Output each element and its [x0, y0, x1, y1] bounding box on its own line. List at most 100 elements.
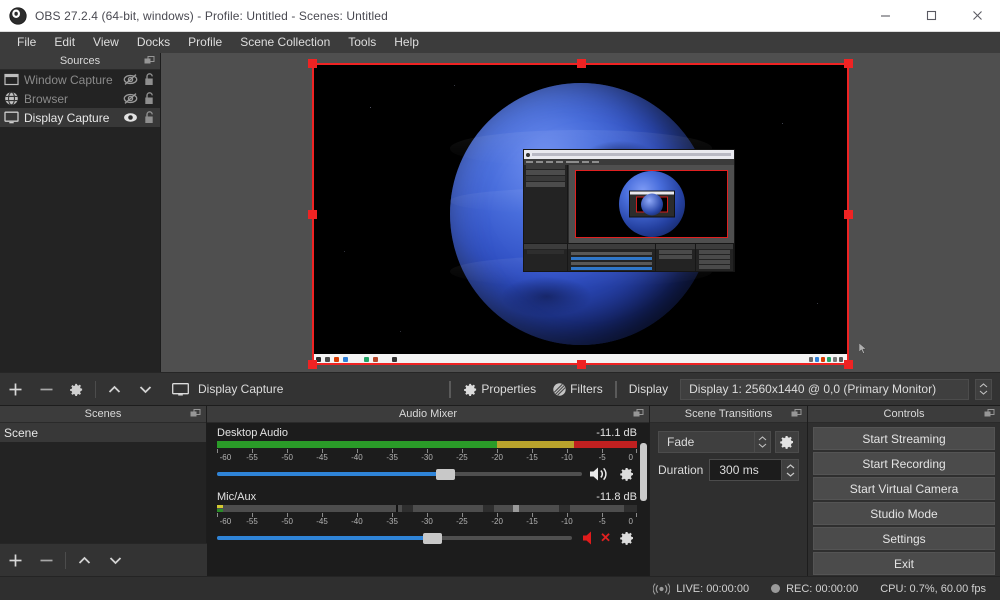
controls-header: Controls	[808, 406, 1000, 423]
gear-icon	[779, 434, 795, 450]
undock-icon[interactable]	[633, 409, 644, 420]
transition-properties-button[interactable]	[775, 431, 799, 453]
volume-slider-desktop-audio[interactable]	[217, 466, 582, 482]
close-button[interactable]	[954, 0, 1000, 32]
undock-icon[interactable]	[791, 409, 802, 420]
window-title: OBS 27.2.4 (64-bit, windows) - Profile: …	[35, 9, 388, 23]
chevron-down-icon	[108, 553, 123, 568]
channel-name: Mic/Aux	[217, 491, 256, 503]
channel-db: -11.8 dB	[596, 491, 637, 503]
toolbar-divider	[65, 552, 66, 569]
undock-icon[interactable]	[984, 409, 995, 420]
source-row-display-capture[interactable]: Display Capture	[0, 108, 160, 127]
source-row-window-capture[interactable]: Window Capture	[0, 70, 160, 89]
properties-button[interactable]: Properties	[459, 378, 540, 400]
remove-source-button[interactable]	[31, 373, 62, 405]
preview-canvas[interactable]	[312, 63, 849, 365]
undock-icon[interactable]	[190, 409, 201, 420]
menu-help[interactable]: Help	[385, 32, 428, 53]
source-name: Window Capture	[24, 73, 122, 87]
transition-select-spinner[interactable]	[755, 431, 771, 453]
title-bar: OBS 27.2.4 (64-bit, windows) - Profile: …	[0, 0, 1000, 32]
mute-toggle-desktop-audio[interactable]	[588, 465, 611, 483]
live-text: LIVE: 00:00:00	[676, 583, 749, 595]
audio-channel-mic-aux: Mic/Aux -11.8 dB -60 -55	[207, 485, 649, 549]
exit-button[interactable]: Exit	[813, 552, 995, 575]
display-select-spinner[interactable]	[975, 379, 992, 400]
duration-spinner[interactable]	[782, 459, 799, 481]
duration-input[interactable]: 300 ms	[709, 459, 782, 481]
broadcast-glyph	[653, 583, 670, 595]
transition-select[interactable]: Fade	[658, 431, 755, 453]
eye-visible-icon[interactable]	[122, 110, 139, 125]
lock-open-icon[interactable]	[142, 91, 156, 106]
menu-view[interactable]: View	[84, 32, 128, 53]
move-scene-down-button[interactable]	[100, 544, 131, 576]
studio-mode-button[interactable]: Studio Mode	[813, 502, 995, 525]
menu-edit[interactable]: Edit	[45, 32, 84, 53]
inner-body	[524, 165, 734, 243]
move-source-down-button[interactable]	[130, 373, 161, 405]
minimize-button[interactable]	[862, 0, 908, 32]
inner-preview	[569, 165, 734, 243]
start-recording-button[interactable]: Start Recording	[813, 452, 995, 475]
controls-body: Start Streaming Start Recording Start Vi…	[808, 423, 1000, 575]
eye-hidden-icon[interactable]	[122, 72, 139, 87]
move-scene-up-button[interactable]	[69, 544, 100, 576]
channel-settings-mic-aux[interactable]	[616, 529, 637, 547]
mute-toggle-mic-aux[interactable]	[578, 529, 601, 547]
display-select[interactable]: Display 1: 2560x1440 @ 0,0 (Primary Moni…	[680, 379, 969, 400]
toolbar-divider	[95, 381, 96, 398]
level-meter	[217, 505, 637, 512]
rec-text: REC: 00:00:00	[786, 583, 858, 595]
filters-button[interactable]: Filters	[548, 378, 607, 400]
channel-settings-desktop-audio[interactable]	[616, 465, 637, 483]
mixer-scrollbar[interactable]	[640, 443, 647, 501]
record-dot-icon	[771, 584, 780, 593]
audio-mixer-title: Audio Mixer	[399, 408, 457, 420]
obs-main-window: OBS 27.2.4 (64-bit, windows) - Profile: …	[0, 0, 1000, 600]
inner-sources-dock	[524, 165, 568, 243]
audio-mixer-header: Audio Mixer	[207, 406, 649, 423]
source-properties-button[interactable]	[62, 373, 93, 405]
sources-list[interactable]: Window Capture Browser	[0, 70, 160, 372]
scenes-list[interactable]: Scene	[0, 423, 206, 442]
preview-area[interactable]	[161, 53, 1000, 372]
audio-mixer-dock: Audio Mixer Desktop Audio -11.1 dB -60 -…	[207, 405, 650, 576]
scene-row[interactable]: Scene	[0, 423, 206, 442]
audio-channel-desktop-audio: Desktop Audio -11.1 dB -60 -55 -50 -45 -…	[207, 423, 649, 485]
minus-icon	[39, 553, 54, 568]
mouse-pointer-icon	[859, 343, 867, 354]
move-source-up-button[interactable]	[99, 373, 130, 405]
scenes-toolbar	[0, 543, 207, 576]
eye-hidden-icon[interactable]	[122, 91, 139, 106]
gear-icon	[619, 530, 635, 546]
volume-slider-mic-aux[interactable]	[217, 530, 572, 546]
source-row-browser[interactable]: Browser	[0, 89, 160, 108]
scene-transitions-dock: Scene Transitions Fade	[650, 405, 808, 576]
display-label-button[interactable]: Display	[625, 378, 672, 400]
add-scene-button[interactable]	[0, 544, 31, 576]
undock-icon[interactable]	[144, 56, 155, 67]
lock-open-icon[interactable]	[142, 110, 156, 125]
start-streaming-button[interactable]: Start Streaming	[813, 427, 995, 450]
settings-button[interactable]: Settings	[813, 527, 995, 550]
menu-scene-collection[interactable]: Scene Collection	[231, 32, 339, 53]
source-control-bar: Display Capture Properties Filters Displ…	[161, 372, 1000, 405]
close-icon	[972, 10, 983, 21]
menu-tools[interactable]: Tools	[339, 32, 385, 53]
menu-profile[interactable]: Profile	[179, 32, 231, 53]
menu-docks[interactable]: Docks	[128, 32, 179, 53]
add-source-button[interactable]	[0, 373, 31, 405]
scene-transitions-body: Fade Duration	[650, 423, 807, 481]
recursive-obs-capture	[523, 149, 735, 272]
volume-row	[217, 465, 637, 483]
remove-scene-button[interactable]	[31, 544, 62, 576]
inner-bottom-docks	[524, 243, 734, 271]
maximize-icon	[926, 10, 937, 21]
display-select-value: Display 1: 2560x1440 @ 0,0 (Primary Moni…	[689, 382, 936, 396]
start-virtual-camera-button[interactable]: Start Virtual Camera	[813, 477, 995, 500]
maximize-button[interactable]	[908, 0, 954, 32]
lock-open-icon[interactable]	[142, 72, 156, 87]
menu-file[interactable]: File	[8, 32, 45, 53]
